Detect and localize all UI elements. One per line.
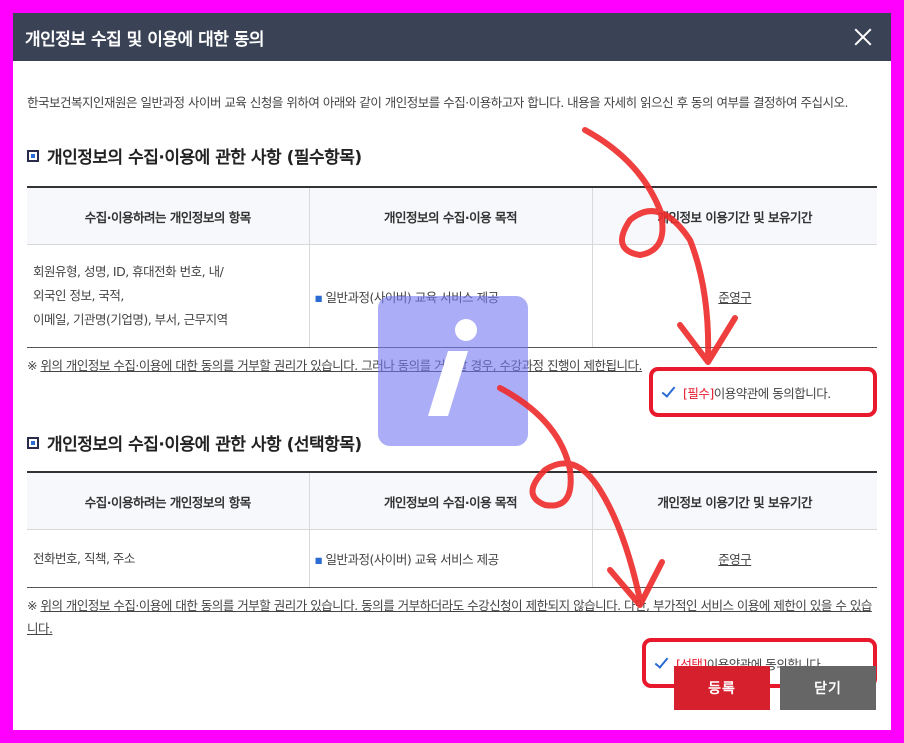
checkmark-icon bbox=[654, 655, 670, 671]
cell-purpose: ▪일반과정(사이버) 교육 서비스 제공 bbox=[309, 529, 593, 588]
agree-label: 이용약관에 동의합니다. bbox=[713, 385, 831, 401]
close-button[interactable]: 닫기 bbox=[780, 666, 876, 710]
period-text: 준영구 bbox=[718, 552, 752, 567]
purpose-text: 일반과정(사이버) 교육 서비스 제공 bbox=[325, 552, 499, 567]
col-header-items: 수집·이용하려는 개인정보의 항목 bbox=[27, 472, 310, 530]
items-line: 회원유형, 성명, ID, 휴대전화 번호, 내/ bbox=[33, 264, 224, 279]
cell-items: 회원유형, 성명, ID, 휴대전화 번호, 내/ 외국인 정보, 국적, 이메… bbox=[27, 244, 310, 348]
cell-period: 준영구 bbox=[592, 244, 877, 348]
col-header-period: 개인정보 이용기간 및 보유기간 bbox=[592, 187, 877, 245]
checkmark-icon bbox=[661, 384, 677, 400]
optional-notice: ※ 위의 개인정보 수집·이용에 대한 동의를 거부할 권리가 있습니다. 동의… bbox=[27, 598, 872, 636]
notice-text: 위의 개인정보 수집·이용에 대한 동의를 거부할 권리가 있습니다. 동의를 … bbox=[27, 598, 872, 636]
bullet-icon: ▪ bbox=[314, 289, 323, 305]
col-header-purpose: 개인정보의 수집·이용 목적 bbox=[309, 472, 593, 530]
cell-period: 준영구 bbox=[592, 529, 877, 588]
bullet-icon: ▪ bbox=[314, 552, 323, 567]
close-icon[interactable] bbox=[849, 23, 877, 51]
col-header-purpose: 개인정보의 수집·이용 목적 bbox=[309, 187, 593, 245]
info-icon bbox=[378, 296, 528, 446]
section-square-icon bbox=[27, 436, 39, 449]
modal-title: 개인정보 수집 및 이용에 대한 동의 bbox=[25, 29, 265, 50]
notice-text: 위의 개인정보 수집·이용에 대한 동의를 거부할 권리가 있습니다. 그러나 … bbox=[40, 358, 642, 373]
table-header-row: 수집·이용하려는 개인정보의 항목 개인정보의 수집·이용 목적 개인정보 이용… bbox=[27, 472, 877, 530]
cell-items: 전화번호, 직책, 주소 bbox=[27, 529, 310, 588]
agree-required-checkbox[interactable]: [필수] 이용약관에 동의합니다. bbox=[649, 367, 877, 417]
items-line: 이메일, 기관명(기업명), 부서, 근무지역 bbox=[33, 312, 228, 327]
modal-header: 개인정보 수집 및 이용에 대한 동의 bbox=[13, 13, 891, 61]
table-row: 전화번호, 직책, 주소 ▪ 일반과정(사이버) 교육 서비스 제공 준영구 bbox=[27, 529, 877, 588]
col-header-period: 개인정보 이용기간 및 보유기간 bbox=[592, 472, 877, 530]
agree-tag: [필수] bbox=[683, 385, 714, 401]
section-title-text: 개인정보의 수집·이용에 관한 사항 (필수항목) bbox=[47, 148, 362, 168]
period-text: 준영구 bbox=[718, 289, 752, 305]
items-line: 외국인 정보, 국적, bbox=[33, 288, 124, 303]
col-header-items: 수집·이용하려는 개인정보의 항목 bbox=[27, 187, 310, 245]
intro-text: 한국보건복지인재원은 일반과정 사이버 교육 신청을 위하여 아래와 같이 개인… bbox=[27, 95, 848, 110]
section-title-required: 개인정보의 수집·이용에 관한 사항 (필수항목) bbox=[27, 143, 877, 168]
modal-buttons: 등록 닫기 bbox=[674, 666, 876, 710]
table-header-row: 수집·이용하려는 개인정보의 항목 개인정보의 수집·이용 목적 개인정보 이용… bbox=[27, 187, 877, 245]
section-title-text: 개인정보의 수집·이용에 관한 사항 (선택항목) bbox=[47, 435, 362, 455]
optional-info-table: 수집·이용하려는 개인정보의 항목 개인정보의 수집·이용 목적 개인정보 이용… bbox=[27, 471, 877, 588]
register-button[interactable]: 등록 bbox=[674, 666, 770, 710]
section-square-icon bbox=[27, 149, 39, 162]
